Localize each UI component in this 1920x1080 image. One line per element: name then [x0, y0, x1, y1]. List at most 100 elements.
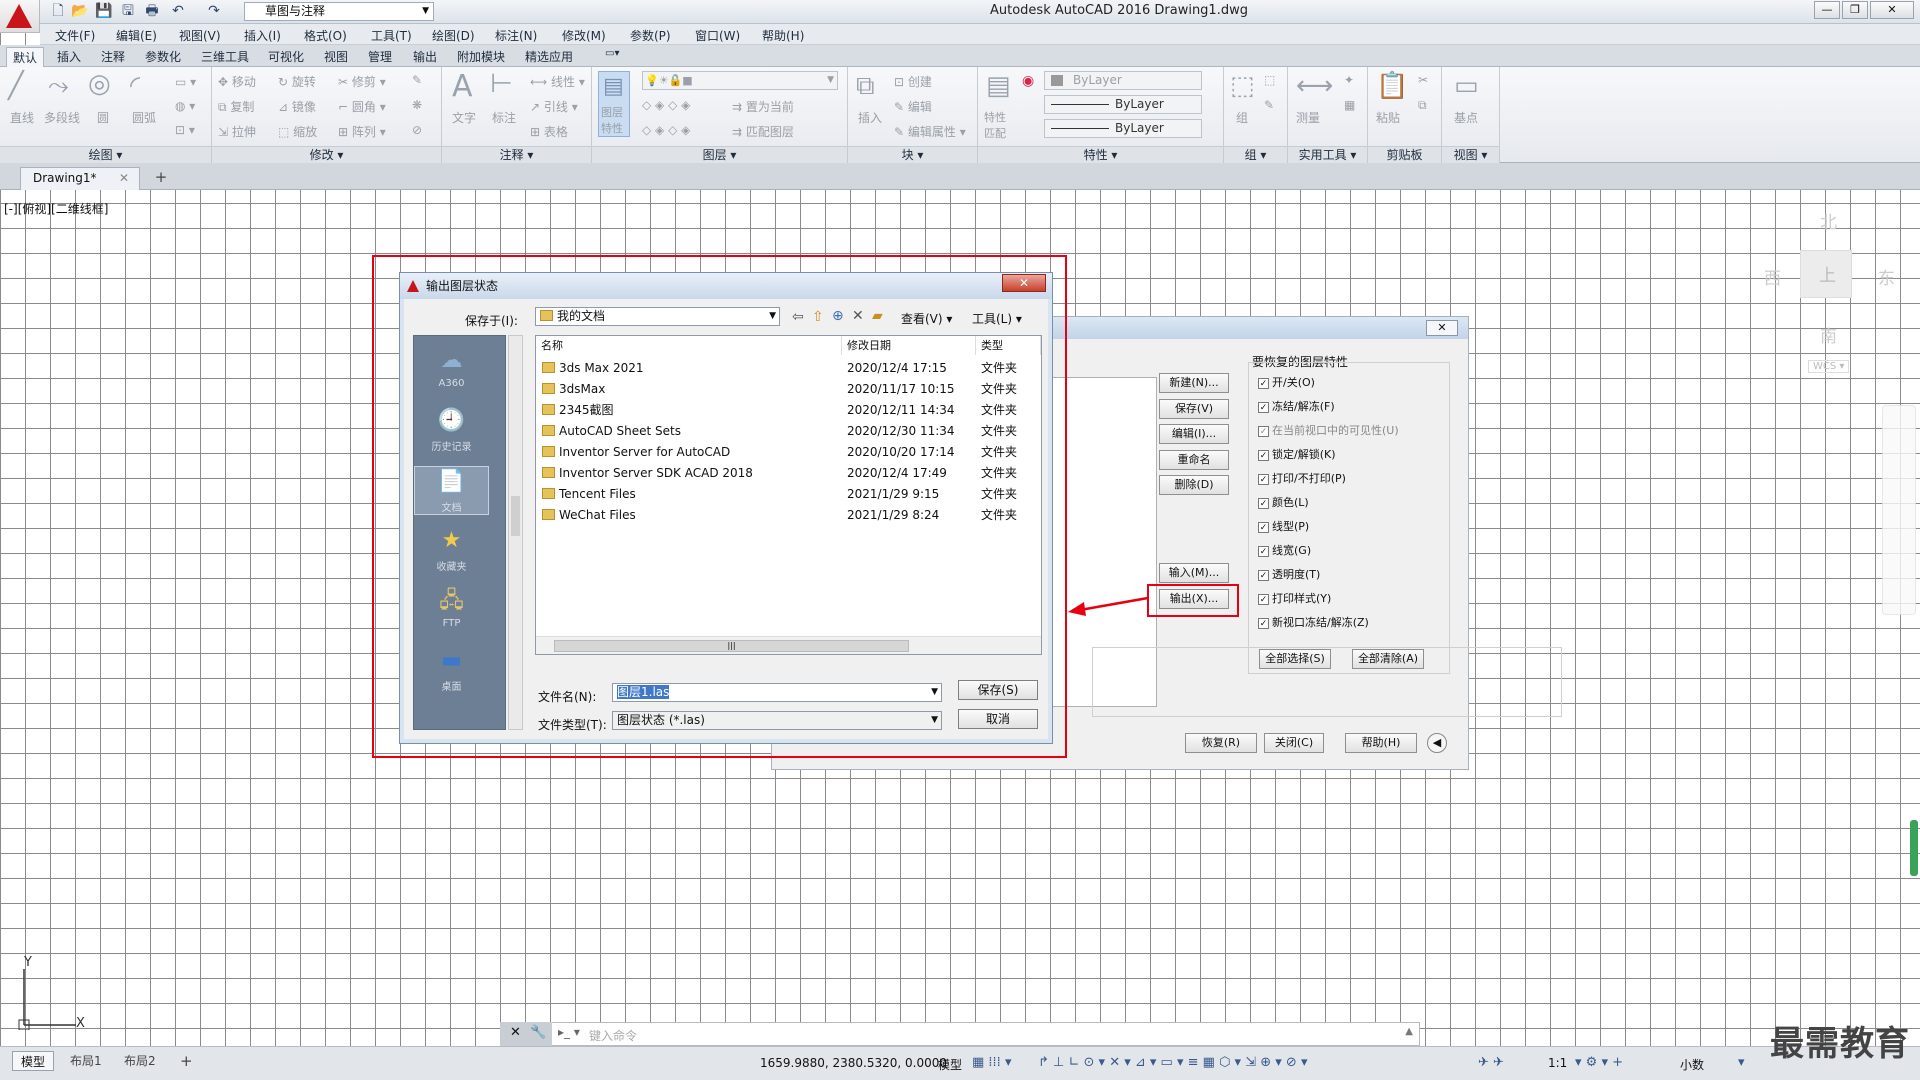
layout-tab-layout2[interactable]: 布局2 [116, 1051, 164, 1071]
polyline-tool-label[interactable]: 多段线 [44, 109, 80, 126]
stretch-tool[interactable]: ⇲ 拉伸 [218, 123, 256, 140]
match-properties-icon[interactable]: ▤ [986, 71, 1011, 101]
menu-parametric[interactable]: 参数(P) [630, 27, 671, 44]
tab-drawing1[interactable]: Drawing1* ✕ [20, 167, 140, 190]
explode-icon[interactable]: ❋ [412, 98, 422, 112]
viewcube-west[interactable]: 西 [1764, 264, 1781, 289]
save-state-button[interactable]: 保存(V) [1159, 399, 1229, 419]
new-file-icon[interactable]: 🗋 [48, 2, 68, 21]
layer-state-manager-close-button[interactable]: ✕ [1426, 320, 1458, 336]
tab-addins[interactable]: 附加模块 [457, 48, 505, 65]
offset-icon[interactable]: ⊘ [412, 123, 422, 137]
panel-properties-title[interactable]: 特性 ▾ [978, 146, 1223, 163]
coordinates-readout[interactable]: 1659.9880, 2380.5320, 0.0000 [760, 1056, 947, 1070]
command-history-icon[interactable]: ▲ [1405, 1026, 1413, 1037]
erase-icon[interactable]: ✎ [412, 73, 422, 87]
open-file-icon[interactable]: 📂 [70, 2, 90, 21]
edit-state-button[interactable]: 编辑(I)... [1159, 424, 1229, 444]
restore-checkbox[interactable]: ✓ 线宽(G) [1258, 542, 1311, 558]
edit-block-tool[interactable]: ✎ 编辑 [894, 98, 932, 115]
restore-checkbox[interactable]: ✓ 冻结/解冻(F) [1258, 398, 1335, 414]
dimension-tool-label[interactable]: 标注 [492, 109, 516, 126]
save-icon[interactable]: 💾 [94, 2, 114, 21]
grid-icon[interactable]: ▦ ⁞⁞⁞ ▾ [972, 1055, 1011, 1070]
panel-view-title[interactable]: 视图 ▾ [1442, 146, 1499, 163]
navigation-bar[interactable] [1882, 405, 1916, 615]
menu-window[interactable]: 窗口(W) [695, 27, 740, 44]
menu-tools[interactable]: 工具(T) [371, 27, 412, 44]
command-input[interactable]: 键入命令 [589, 1027, 637, 1044]
color-wheel-icon[interactable]: ◉ [1022, 73, 1034, 89]
close-button[interactable]: 关闭(C) [1264, 733, 1324, 753]
print-icon[interactable]: 🖶 [142, 2, 162, 21]
group-label[interactable]: 组 [1236, 109, 1248, 126]
restore-checkbox[interactable]: ✓ 打印/不打印(P) [1258, 470, 1346, 486]
line-tool-icon[interactable]: ╱ [8, 71, 24, 101]
tab-featured-apps[interactable]: 精选应用 [525, 48, 573, 65]
clear-all-button[interactable]: 全部清除(A) [1352, 649, 1424, 669]
panel-groups-title[interactable]: 组 ▾ [1224, 146, 1287, 163]
ribbon-minimize-icon[interactable]: ▭▾ [605, 48, 619, 59]
polyline-tool-icon[interactable]: ⤳ [48, 71, 69, 102]
linear-dim-tool[interactable]: ⟷ 线性 ▾ [530, 73, 585, 90]
paste-icon[interactable]: 📋 [1376, 71, 1408, 101]
panel-block-title[interactable]: 块 ▾ [848, 146, 977, 163]
layer-tools-icons[interactable]: ◇ ◈ ◇ ◈ [642, 98, 690, 112]
match-layer-tool[interactable]: ⇉ 匹配图层 [732, 123, 794, 140]
layer-tools-icons-2[interactable]: ◇ ◈ ◇ ◈ [642, 123, 690, 137]
restore-checkbox[interactable]: ✓ 颜色(L) [1258, 494, 1309, 510]
hatch-tool-icon[interactable]: ◍ ▾ [175, 99, 195, 113]
menu-view[interactable]: 视图(V) [179, 27, 221, 44]
tab-annotate[interactable]: 注释 [101, 48, 125, 65]
gradient-tool-icon[interactable]: ⊡ ▾ [175, 123, 195, 137]
new-state-button[interactable]: 新建(N)... [1159, 373, 1229, 393]
menu-modify[interactable]: 修改(M) [562, 27, 606, 44]
text-tool-icon[interactable]: A [452, 69, 473, 104]
restore-button[interactable]: 恢复(R) [1185, 733, 1257, 753]
viewcube[interactable]: 北 西 东 南 上 WCS ▾ [1760, 200, 1900, 380]
collapse-icon[interactable]: ◀ [1427, 733, 1447, 753]
restore-checkbox[interactable]: ✓ 新视口冻结/解冻(Z) [1258, 614, 1369, 630]
base-view-label[interactable]: 基点 [1454, 109, 1478, 126]
measure-icon[interactable]: ⟷ [1296, 71, 1333, 101]
leader-tool[interactable]: ↗ 引线 ▾ [530, 98, 578, 115]
array-tool[interactable]: ⊞ 阵列 ▾ [338, 123, 386, 140]
panel-annotation-title[interactable]: 注释 ▾ [442, 146, 591, 163]
undo-icon[interactable]: ↶ [168, 2, 188, 21]
tab-visualize[interactable]: 可视化 [268, 48, 304, 65]
copy-tool[interactable]: ⧉ 复制 [218, 98, 254, 115]
menu-edit[interactable]: 编辑(E) [116, 27, 157, 44]
table-tool[interactable]: ⊞ 表格 [530, 123, 568, 140]
panel-utilities-title[interactable]: 实用工具 ▾ [1288, 146, 1367, 163]
insert-block-icon[interactable]: ⧉ [856, 71, 875, 102]
tab-3d-tools[interactable]: 三维工具 [201, 48, 249, 65]
units-dropdown-icon[interactable]: ▾ [1738, 1055, 1745, 1070]
trim-tool[interactable]: ✂ 修剪 ▾ [338, 73, 386, 90]
tab-output[interactable]: 输出 [413, 48, 437, 65]
lineweight-dropdown[interactable]: ByLayer [1044, 119, 1202, 138]
rectangle-tool-icon[interactable]: ▭ ▾ [175, 75, 196, 89]
tab-parametric[interactable]: 参数化 [145, 48, 181, 65]
make-current-tool[interactable]: ⇉ 置为当前 [732, 98, 794, 115]
save-as-icon[interactable]: 🖫 [118, 2, 138, 21]
linetype-dropdown[interactable]: ByLayer [1044, 95, 1202, 114]
rename-state-button[interactable]: 重命名 [1159, 450, 1229, 470]
circle-tool-label[interactable]: 圆 [97, 109, 109, 126]
circle-tool-icon[interactable]: ◎ [88, 69, 111, 99]
import-state-button[interactable]: 输入(M)... [1159, 563, 1229, 583]
viewcube-east[interactable]: 东 [1878, 264, 1895, 289]
arc-tool-label[interactable]: 圆弧 [132, 109, 156, 126]
select-all-button[interactable]: 全部选择(S) [1259, 649, 1331, 669]
layout-tab-model[interactable]: 模型 [12, 1051, 55, 1071]
close-icon[interactable]: ✕ [119, 168, 129, 188]
tab-home[interactable]: 默认 [6, 47, 45, 67]
minimize-button[interactable]: — [1814, 1, 1840, 19]
restore-checkbox[interactable]: ✓ 线型(P) [1258, 518, 1309, 534]
scroll-thumb[interactable] [1910, 820, 1918, 876]
wrench-icon[interactable]: 🔧 [530, 1025, 546, 1040]
layer-properties-button[interactable]: ▤ 图层特性 [598, 71, 630, 137]
viewcube-north[interactable]: 北 [1820, 208, 1837, 233]
new-layout-icon[interactable]: + [172, 1051, 201, 1071]
maximize-button[interactable]: ❐ [1842, 1, 1868, 19]
ungroup-icon[interactable]: ⬚ [1264, 73, 1275, 87]
